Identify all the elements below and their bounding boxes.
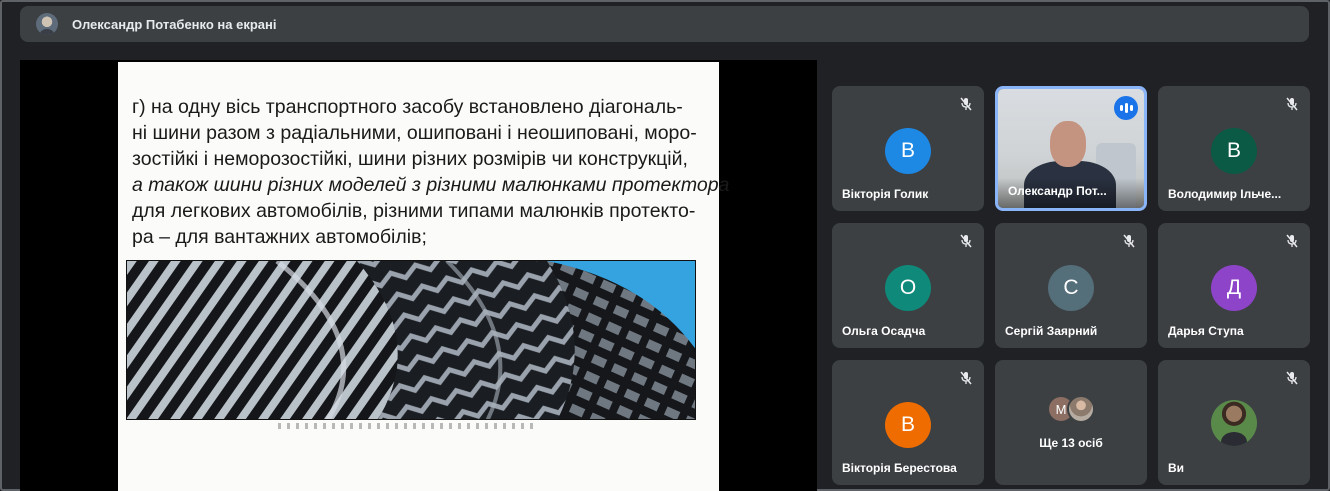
speaking-indicator-icon — [1114, 96, 1138, 120]
document-page: г) на одну вісь транспортного засобу вст… — [118, 62, 730, 491]
participant-name: Володимир Ільче... — [1168, 187, 1282, 201]
participant-tile[interactable]: Д Дарья Ступа — [1158, 223, 1310, 348]
participant-name: Вікторія Голик — [842, 187, 929, 201]
participant-avatar: В — [885, 128, 931, 174]
mic-off-icon — [1286, 97, 1298, 111]
participant-avatar: С — [1048, 265, 1094, 311]
participant-tile[interactable]: В Вікторія Голик — [832, 86, 984, 211]
document-line: для легкових автомобілів, різними типами… — [132, 200, 696, 222]
participant-avatar: О — [885, 265, 931, 311]
self-tile[interactable]: Ви — [1158, 360, 1310, 485]
scan-artifact — [278, 423, 538, 429]
others-avatars: М — [995, 395, 1147, 425]
mic-off-icon — [960, 371, 972, 385]
participant-name: Сергій Заярний — [1005, 324, 1098, 338]
tire-tread-image — [126, 260, 696, 420]
shared-screen[interactable]: г) на одну вісь транспортного засобу вст… — [20, 60, 817, 491]
others-count-label: Ще 13 осіб — [1039, 436, 1103, 450]
presenter-title: Олександр Потабенко на екрані — [72, 16, 277, 32]
participant-tile[interactable]: О Ольга Осадча — [832, 223, 984, 348]
presenter-bar: Олександр Потабенко на екрані — [20, 6, 1309, 42]
document-line: г) на одну вісь транспортного засобу вст… — [132, 96, 683, 118]
others-tile[interactable]: М Ще 13 осіб — [995, 360, 1147, 485]
mic-off-icon — [1286, 234, 1298, 248]
participant-tile[interactable]: В Володимир Ільче... — [1158, 86, 1310, 211]
self-avatar — [1211, 400, 1257, 446]
participant-avatar: Д — [1211, 265, 1257, 311]
others-avatar-photo — [1067, 395, 1095, 423]
participant-name: Ви — [1168, 461, 1185, 475]
presenter-avatar — [36, 13, 58, 35]
participant-tile[interactable]: С Сергій Заярний — [995, 223, 1147, 348]
participant-tile[interactable]: В Вікторія Берестова — [832, 360, 984, 485]
document-line: ні шини разом з радіальними, ошиповані і… — [132, 122, 697, 144]
participant-name: Ольга Осадча — [842, 324, 926, 338]
mic-off-icon — [1286, 371, 1298, 385]
mic-off-icon — [960, 97, 972, 111]
participant-avatar: В — [1211, 128, 1257, 174]
mic-off-icon — [960, 234, 972, 248]
document-line: а також шини різних моделей з різними ма… — [132, 174, 730, 196]
document-line: ра – для вантажних автомобілів; — [132, 226, 427, 248]
participant-avatar: В — [885, 402, 931, 448]
participant-name: Олександр Пот... — [1008, 184, 1107, 198]
document-line: зостійкі і неморозостійкі, шини різних р… — [132, 148, 688, 170]
document-text: г) на одну вісь транспортного засобу вст… — [132, 94, 730, 250]
participant-name: Вікторія Берестова — [842, 461, 957, 475]
participant-name: Дарья Ступа — [1168, 324, 1244, 338]
mic-off-icon — [1123, 234, 1135, 248]
participant-tile-video[interactable]: Олександр Пот... — [995, 86, 1147, 211]
